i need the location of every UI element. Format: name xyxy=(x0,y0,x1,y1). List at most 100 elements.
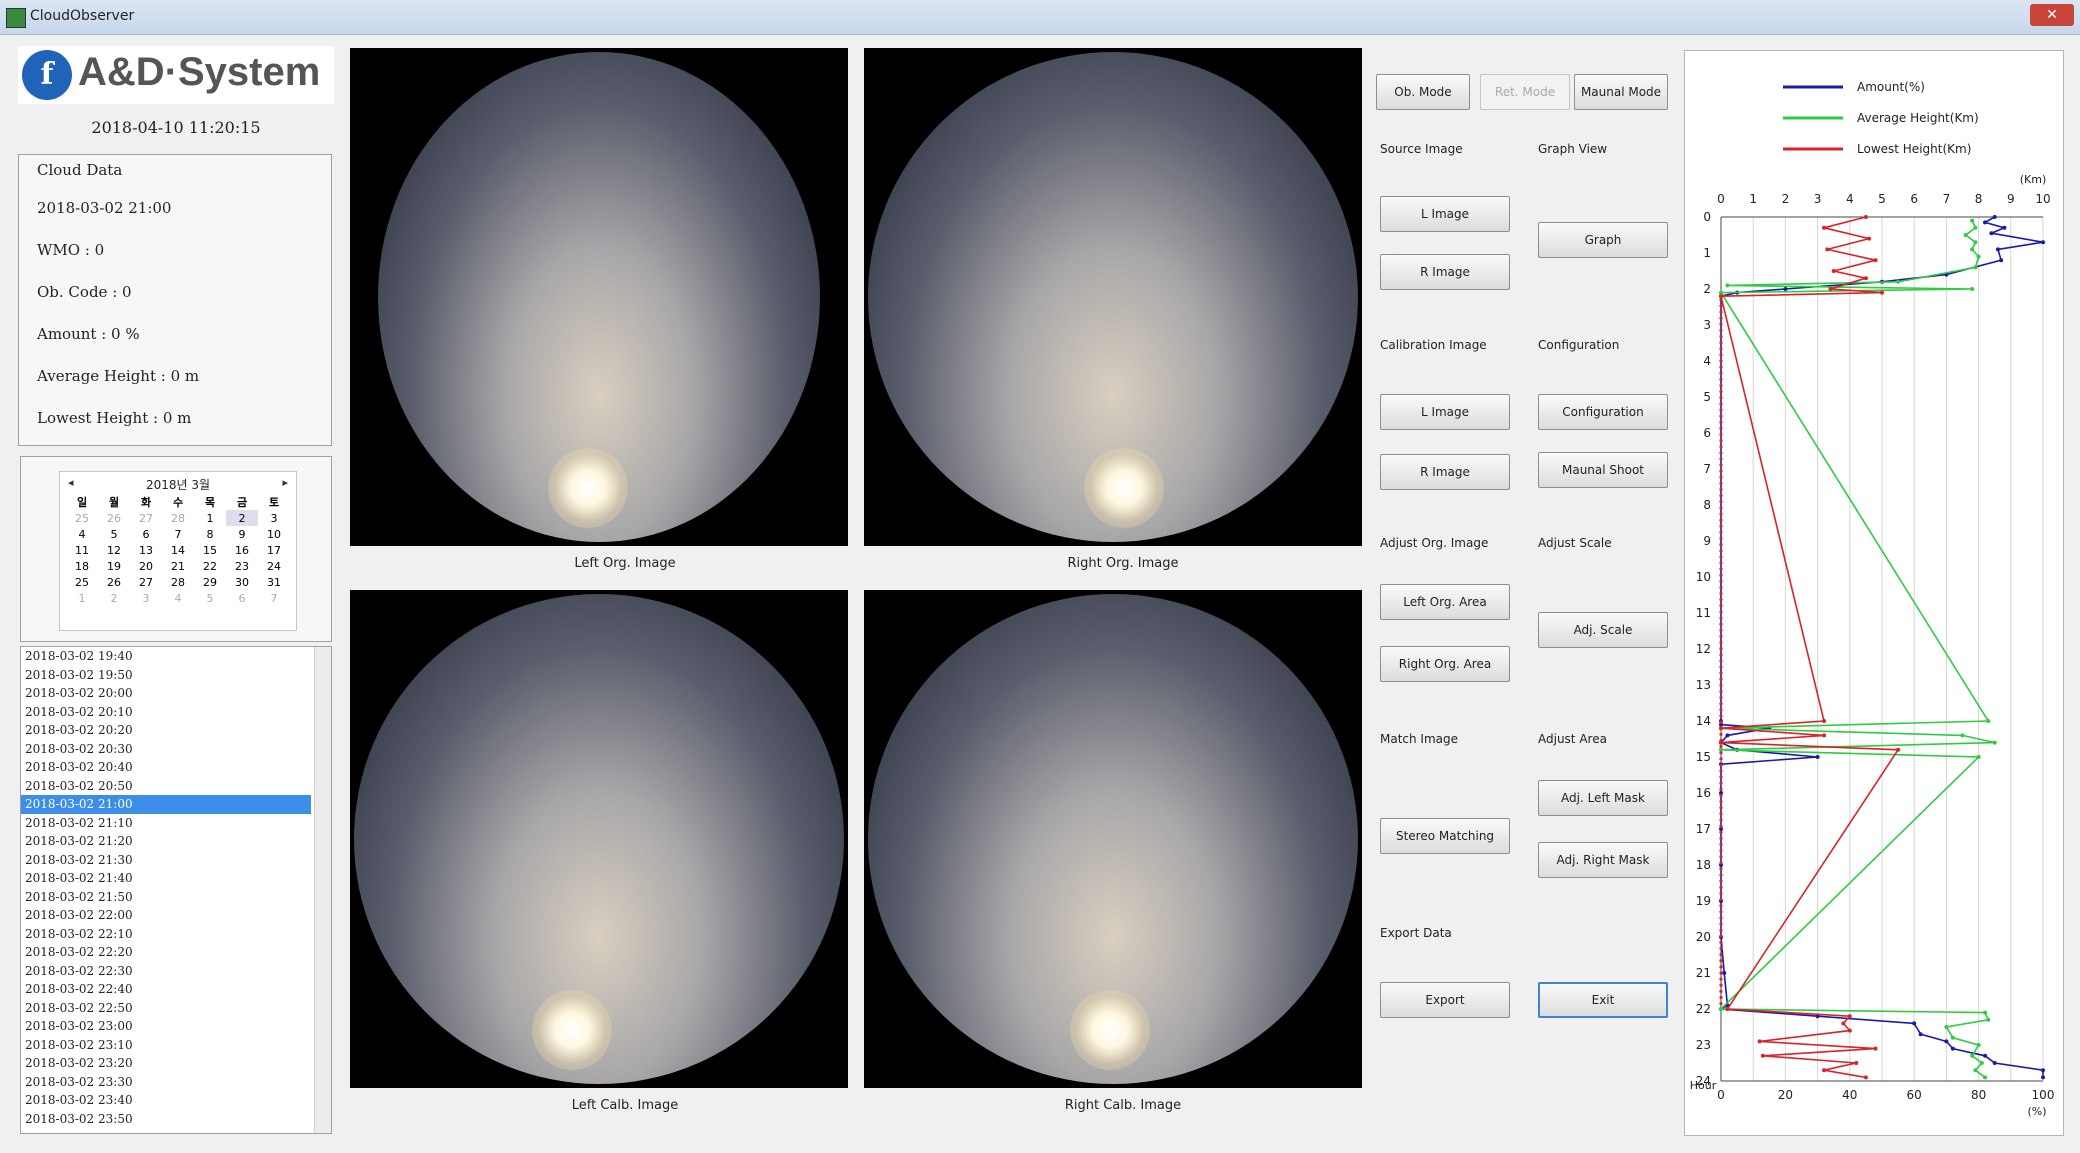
calendar-day[interactable]: 22 xyxy=(194,558,226,574)
calendar-day[interactable]: 1 xyxy=(194,510,226,526)
calendar-day[interactable]: 2 xyxy=(98,590,130,606)
calendar-day[interactable]: 1 xyxy=(66,590,98,606)
data-point xyxy=(1995,247,2000,252)
source-l-image-button[interactable]: L Image xyxy=(1380,196,1510,232)
left-org-area-button[interactable]: Left Org. Area xyxy=(1380,584,1510,620)
calendar-day[interactable]: 20 xyxy=(130,558,162,574)
calendar-day[interactable]: 28 xyxy=(162,574,194,590)
export-button[interactable]: Export xyxy=(1380,982,1510,1018)
calendar-day[interactable]: 24 xyxy=(258,558,290,574)
time-list-item[interactable]: 2018-03-02 22:10 xyxy=(21,925,311,944)
time-list-item[interactable]: 2018-03-02 21:50 xyxy=(21,888,311,907)
calendar-day[interactable]: 25 xyxy=(66,574,98,590)
calendar-day[interactable]: 16 xyxy=(226,542,258,558)
calendar-day[interactable]: 3 xyxy=(130,590,162,606)
data-point xyxy=(1983,220,1988,225)
adj-right-mask-button[interactable]: Adj. Right Mask xyxy=(1538,842,1668,878)
time-list-item[interactable]: 2018-03-02 19:50 xyxy=(21,666,311,685)
left-org-image xyxy=(350,48,848,546)
time-list-item[interactable]: 2018-03-02 19:40 xyxy=(21,647,311,666)
baseline-point xyxy=(1719,861,1723,865)
time-list-item[interactable]: 2018-03-02 21:20 xyxy=(21,832,311,851)
time-list-item[interactable]: 2018-03-02 22:30 xyxy=(21,962,311,981)
time-list[interactable]: 2018-03-02 19:40 2018-03-02 19:50 2018-03-… xyxy=(20,646,332,1134)
calendar-day[interactable]: 7 xyxy=(258,590,290,606)
calib-l-image-button[interactable]: L Image xyxy=(1380,394,1510,430)
time-list-item[interactable]: 2018-03-02 20:10 xyxy=(21,703,311,722)
adj-left-mask-button[interactable]: Adj. Left Mask xyxy=(1538,780,1668,816)
calendar-day[interactable]: 23 xyxy=(226,558,258,574)
calendar-day[interactable]: 28 xyxy=(162,510,194,526)
calendar-day[interactable]: 27 xyxy=(130,574,162,590)
time-list-item[interactable]: 2018-03-02 23:40 xyxy=(21,1091,311,1110)
bottom-axis-label: (%) xyxy=(2027,1105,2046,1118)
close-icon[interactable]: ✕ xyxy=(2030,4,2074,26)
adj-scale-button[interactable]: Adj. Scale xyxy=(1538,612,1668,648)
calendar-day[interactable]: 14 xyxy=(162,542,194,558)
list-scrollbar[interactable] xyxy=(314,647,331,1133)
time-list-item[interactable]: 2018-03-02 20:20 xyxy=(21,721,311,740)
time-list-item[interactable]: 2018-03-02 22:40 xyxy=(21,980,311,999)
time-list-item[interactable]: 2018-03-02 22:00 xyxy=(21,906,311,925)
time-list-item[interactable]: 2018-03-02 23:10 xyxy=(21,1036,311,1055)
calendar-day[interactable]: 25 xyxy=(66,510,98,526)
configuration-button[interactable]: Configuration xyxy=(1538,394,1668,430)
calendar-day[interactable]: 21 xyxy=(162,558,194,574)
calendar-day[interactable]: 19 xyxy=(98,558,130,574)
time-list-item[interactable]: 2018-03-02 20:30 xyxy=(21,740,311,759)
ob-mode-button[interactable]: Ob. Mode xyxy=(1376,74,1470,110)
calendar-day[interactable]: 12 xyxy=(98,542,130,558)
calendar-day[interactable]: 4 xyxy=(66,526,98,542)
exit-button[interactable]: Exit xyxy=(1538,982,1668,1018)
calendar-day[interactable]: 9 xyxy=(226,526,258,542)
calendar-day[interactable]: 6 xyxy=(226,590,258,606)
calendar-next-icon[interactable]: ▸ xyxy=(282,476,288,489)
source-r-image-button[interactable]: R Image xyxy=(1380,254,1510,290)
calendar-day[interactable]: 27 xyxy=(130,510,162,526)
calendar-day[interactable]: 30 xyxy=(226,574,258,590)
calendar-day[interactable]: 18 xyxy=(66,558,98,574)
right-org-area-button[interactable]: Right Org. Area xyxy=(1380,646,1510,682)
baseline-point xyxy=(1719,347,1723,351)
calendar-day[interactable]: 10 xyxy=(258,526,290,542)
ret-mode-button[interactable]: Ret. Mode xyxy=(1480,74,1570,110)
time-list-item[interactable]: 2018-03-02 23:50 xyxy=(21,1110,311,1129)
time-list-item[interactable]: 2018-03-02 20:00 xyxy=(21,684,311,703)
time-list-item[interactable]: 2018-03-02 23:30 xyxy=(21,1073,311,1092)
time-list-item[interactable]: 2018-03-02 20:40 xyxy=(21,758,311,777)
calendar-day[interactable]: 15 xyxy=(194,542,226,558)
time-list-item[interactable]: 2018-03-02 21:40 xyxy=(21,869,311,888)
calendar-day[interactable]: 7 xyxy=(162,526,194,542)
calendar-day[interactable]: 29 xyxy=(194,574,226,590)
stereo-matching-button[interactable]: Stereo Matching xyxy=(1380,818,1510,854)
calendar-day[interactable]: 26 xyxy=(98,510,130,526)
time-list-item[interactable]: 2018-03-02 22:20 xyxy=(21,943,311,962)
calendar-day[interactable]: 8 xyxy=(194,526,226,542)
calendar-day[interactable]: 2 xyxy=(226,510,258,526)
time-list-item[interactable]: 2018-03-02 21:00 xyxy=(21,795,311,814)
graph-button[interactable]: Graph xyxy=(1538,222,1668,258)
time-list-item[interactable]: 2018-03-02 23:00 xyxy=(21,1017,311,1036)
y-tick-label: 20 xyxy=(1696,930,1711,944)
calendar-day[interactable]: 5 xyxy=(98,526,130,542)
time-list-item[interactable]: 2018-03-02 21:10 xyxy=(21,814,311,833)
y-tick-label: 19 xyxy=(1696,894,1711,908)
calendar-day[interactable]: 5 xyxy=(194,590,226,606)
calendar-day[interactable]: 4 xyxy=(162,590,194,606)
time-list-item[interactable]: 2018-03-02 23:20 xyxy=(21,1054,311,1073)
calendar[interactable]: ◂ 2018년 3월 ▸ 일 월 화 수 목 금 토 25 26 27 28 1 2 3 4 5 6 7 8 9 10 1… xyxy=(59,471,297,631)
calendar-grid[interactable]: 일 월 화 수 목 금 토 25 26 27 28 1 2 3 4 5 6 7 8 9 10 11 12 13 14 15 16 17… xyxy=(66,494,290,606)
manual-shoot-button[interactable]: Maunal Shoot xyxy=(1538,452,1668,488)
calendar-day[interactable]: 17 xyxy=(258,542,290,558)
calendar-day[interactable]: 3 xyxy=(258,510,290,526)
calendar-day[interactable]: 26 xyxy=(98,574,130,590)
calib-r-image-button[interactable]: R Image xyxy=(1380,454,1510,490)
manual-mode-button[interactable]: Maunal Mode xyxy=(1574,74,1668,110)
time-list-item[interactable]: 2018-03-02 22:50 xyxy=(21,999,311,1018)
time-list-item[interactable]: 2018-03-02 20:50 xyxy=(21,777,311,796)
calendar-day[interactable]: 31 xyxy=(258,574,290,590)
calendar-day[interactable]: 13 xyxy=(130,542,162,558)
time-list-item[interactable]: 2018-03-02 21:30 xyxy=(21,851,311,870)
calendar-day[interactable]: 6 xyxy=(130,526,162,542)
calendar-day[interactable]: 11 xyxy=(66,542,98,558)
